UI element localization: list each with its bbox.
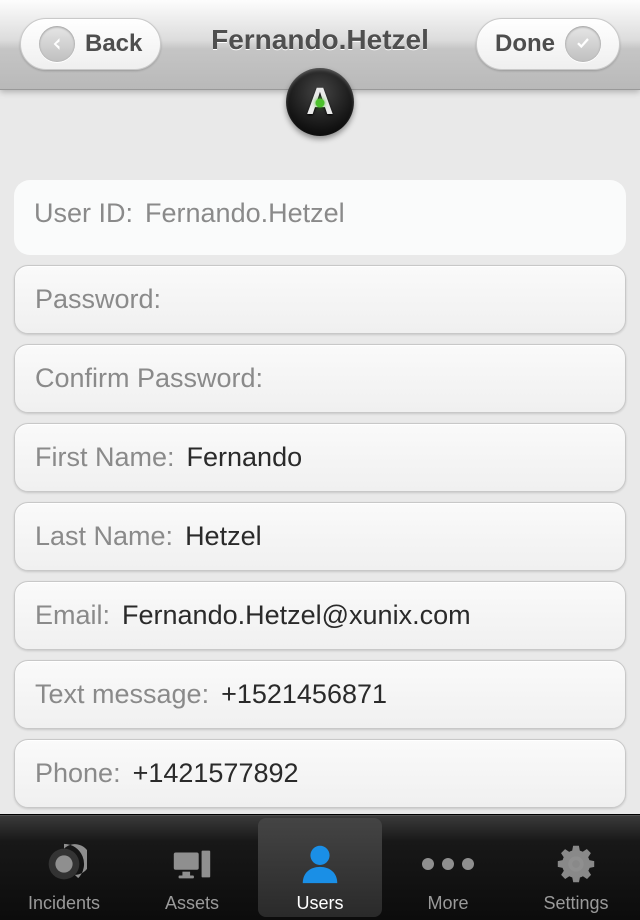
tab-assets[interactable]: Assets xyxy=(128,815,256,920)
done-button-label: Done xyxy=(495,30,555,58)
done-button[interactable]: Done xyxy=(476,18,620,70)
text-message-label: Text message: xyxy=(35,679,209,710)
tabbar: Incidents Assets Users More xyxy=(0,814,640,920)
app-logo xyxy=(286,68,354,136)
header: Back Fernando.Hetzel Done xyxy=(0,0,640,90)
tab-settings[interactable]: Settings xyxy=(512,815,640,920)
phone-value: +1421577892 xyxy=(133,758,299,789)
first-name-label: First Name: xyxy=(35,442,175,473)
tab-more[interactable]: More xyxy=(384,815,512,920)
tab-assets-label: Assets xyxy=(165,893,219,914)
first-name-value: Fernando xyxy=(187,442,303,473)
more-icon xyxy=(423,839,473,889)
assets-icon xyxy=(167,839,217,889)
confirm-password-label: Confirm Password: xyxy=(35,363,263,394)
tab-users-label: Users xyxy=(296,893,343,914)
tab-users[interactable]: Users xyxy=(256,815,384,920)
text-message-value: +1521456871 xyxy=(221,679,387,710)
email-label: Email: xyxy=(35,600,110,631)
back-button[interactable]: Back xyxy=(20,18,161,70)
tab-incidents-label: Incidents xyxy=(28,893,100,914)
phone-label: Phone: xyxy=(35,758,121,789)
user-id-label: User ID: xyxy=(34,198,133,229)
settings-icon xyxy=(551,839,601,889)
tab-incidents[interactable]: Incidents xyxy=(0,815,128,920)
last-name-value: Hetzel xyxy=(185,521,262,552)
field-confirm-password[interactable]: Confirm Password: xyxy=(14,344,626,413)
chevron-left-icon xyxy=(39,26,75,62)
field-last-name[interactable]: Last Name: Hetzel xyxy=(14,502,626,571)
field-user-id[interactable]: User ID: Fernando.Hetzel xyxy=(14,180,626,255)
back-button-label: Back xyxy=(85,30,142,58)
users-icon xyxy=(295,839,345,889)
user-id-value: Fernando.Hetzel xyxy=(145,198,345,229)
form-content: User ID: Fernando.Hetzel Password: Confi… xyxy=(0,90,640,814)
field-password[interactable]: Password: xyxy=(14,265,626,334)
password-label: Password: xyxy=(35,284,161,315)
email-value: Fernando.Hetzel@xunix.com xyxy=(122,600,471,631)
last-name-label: Last Name: xyxy=(35,521,173,552)
incidents-icon xyxy=(39,839,89,889)
tab-more-label: More xyxy=(427,893,468,914)
tab-settings-label: Settings xyxy=(543,893,608,914)
field-first-name[interactable]: First Name: Fernando xyxy=(14,423,626,492)
field-phone[interactable]: Phone: +1421577892 xyxy=(14,739,626,808)
field-email[interactable]: Email: Fernando.Hetzel@xunix.com xyxy=(14,581,626,650)
field-text-message[interactable]: Text message: +1521456871 xyxy=(14,660,626,729)
checkmark-icon xyxy=(565,26,601,62)
